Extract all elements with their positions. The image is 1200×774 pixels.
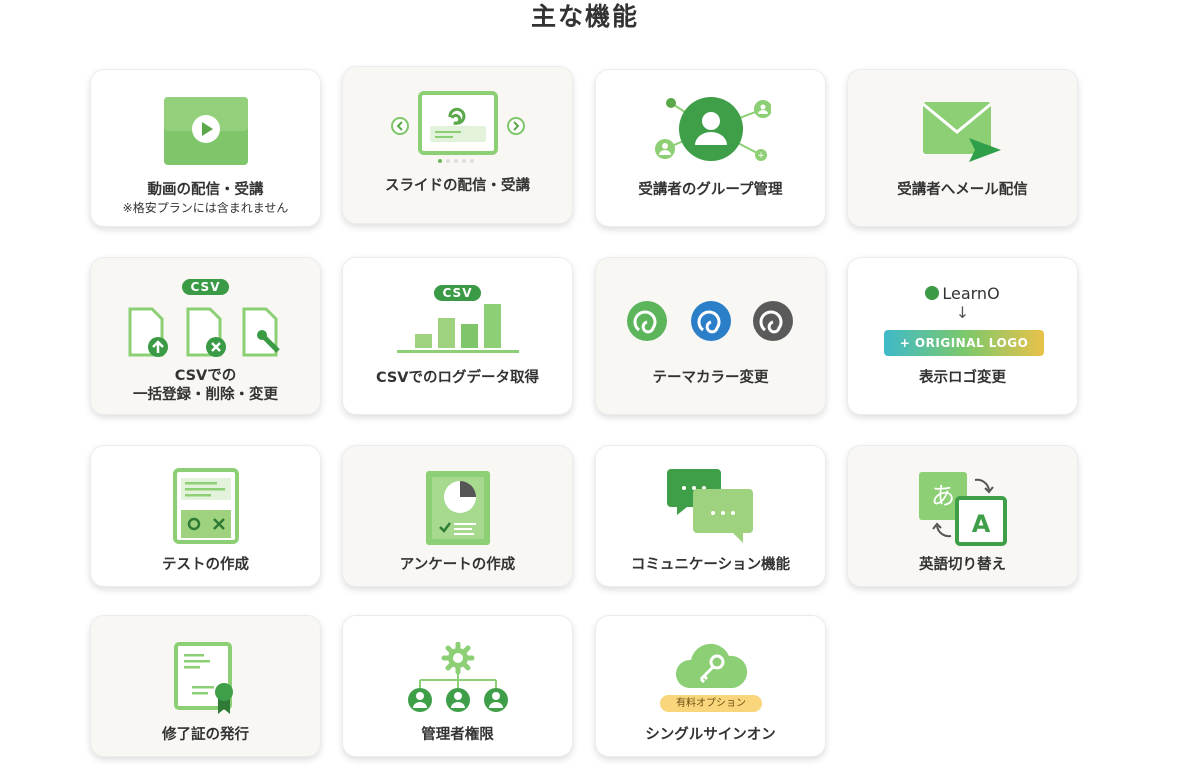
feature-label: テストの作成 (162, 557, 249, 573)
feature-label: 受講者へメール配信 (897, 182, 1028, 198)
page-title: 主な機能 (530, 2, 639, 31)
feature-label: スライドの配信・受講 (385, 178, 530, 194)
feature-label: シングルサインオン (645, 727, 776, 743)
feature-card-theme[interactable]: テーマカラー変更 (595, 257, 826, 415)
csv-badge: CSV (181, 279, 230, 295)
certificate-icon (91, 642, 320, 716)
chat-bubbles-icon (596, 467, 825, 545)
feature-label-line2: 一括登録・削除・変更 (133, 387, 278, 403)
feature-card-test[interactable]: テストの作成 (90, 445, 321, 587)
cloud-key-icon (596, 640, 825, 692)
svg-text:+: + (757, 151, 765, 161)
feature-card-communication[interactable]: コミュニケーション機能 (595, 445, 826, 587)
feature-card-mail[interactable]: 受講者へメール配信 (847, 69, 1078, 227)
logo-change-icon: LearnO (848, 284, 1077, 303)
svg-text:あ: あ (931, 482, 955, 510)
slide-presentation-icon (343, 91, 572, 165)
feature-label: 表示ロゴ変更 (919, 370, 1006, 386)
feature-label: 管理者権限 (421, 727, 494, 743)
feature-label-line1: CSVでの (174, 368, 237, 384)
admin-hierarchy-icon (343, 642, 572, 714)
feature-card-language[interactable]: あ A 英語切り替え (847, 445, 1078, 587)
feature-card-sso[interactable]: 有料オプション シングルサインオン (595, 615, 826, 757)
svg-text:A: A (971, 510, 990, 538)
feature-label: CSVでのログデータ取得 (375, 370, 540, 386)
survey-pie-icon (343, 471, 572, 545)
learno-logo-text: LearnO (942, 284, 1000, 303)
test-sheet-icon (91, 468, 320, 544)
feature-label: 英語切り替え (919, 557, 1006, 573)
feature-card-csv-bulk[interactable]: CSV CSVでの 一括登録・削除・変更 (90, 257, 321, 415)
feature-card-certificate[interactable]: 修了証の発行 (90, 615, 321, 757)
arrow-down-icon: ↓ (955, 303, 970, 322)
feature-card-csv-log[interactable]: CSV CSVでのログデータ取得 (342, 257, 573, 415)
mail-send-icon (848, 100, 1077, 164)
feature-card-survey[interactable]: アンケートの作成 (342, 445, 573, 587)
paid-option-badge: 有料オプション (660, 695, 762, 712)
user-group-network-icon: + (596, 97, 825, 167)
bar-chart-icon (343, 302, 572, 354)
learno-swirl-icon (925, 286, 940, 300)
csv-bulk-files-icon (91, 307, 320, 359)
feature-card-slide[interactable]: スライドの配信・受講 (342, 66, 573, 224)
feature-card-logo[interactable]: LearnO ↓ + ORIGINAL LOGO 表示ロゴ変更 (847, 257, 1078, 415)
feature-label: 受講者のグループ管理 (638, 182, 783, 198)
original-logo-banner: + ORIGINAL LOGO (884, 330, 1044, 356)
feature-label: テーマカラー変更 (652, 370, 769, 386)
csv-badge: CSV (433, 285, 482, 301)
feature-note: ※格安プランには含まれません (122, 201, 289, 215)
feature-card-admin[interactable]: 管理者権限 (342, 615, 573, 757)
video-play-icon (91, 97, 320, 165)
feature-card-video[interactable]: 動画の配信・受講 ※格安プランには含まれません (90, 69, 321, 227)
feature-label: 修了証の発行 (162, 727, 249, 743)
feature-label: アンケートの作成 (399, 557, 516, 573)
feature-label: コミュニケーション機能 (630, 557, 791, 573)
feature-label: 動画の配信・受講 (147, 182, 264, 198)
language-switch-icon: あ A (848, 470, 1077, 546)
theme-color-swirls-icon (596, 300, 825, 342)
feature-card-group[interactable]: + 受講者のグループ管理 (595, 69, 826, 227)
